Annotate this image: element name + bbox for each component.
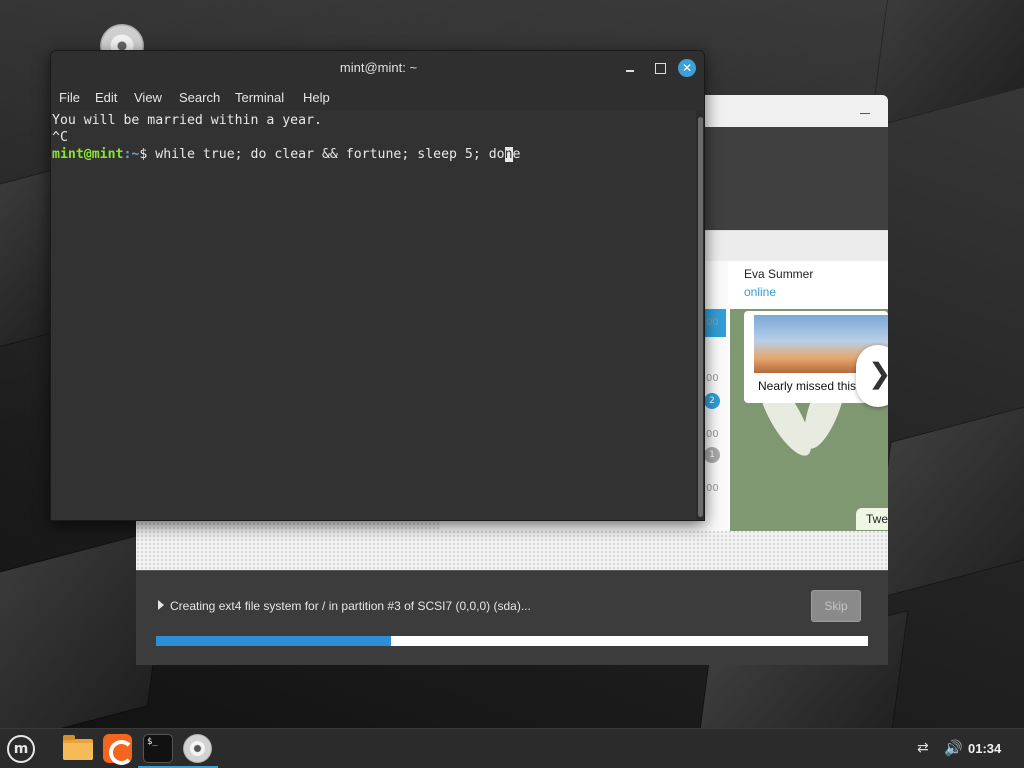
wallpaper-tile — [871, 0, 1024, 127]
unread-badge: 1 — [704, 447, 720, 463]
network-icon[interactable]: ⇄ — [917, 740, 935, 758]
message-bubble-2: Twe — [856, 508, 888, 530]
prompt-user: mint@mint — [52, 147, 124, 162]
terminal-window[interactable]: mint@mint: ~ ✕ File Edit View Search Ter… — [50, 50, 705, 521]
terminal-scrollbar[interactable] — [696, 111, 704, 520]
message-text: Nearly missed this s — [758, 379, 866, 393]
menu-search[interactable]: Search — [179, 90, 220, 105]
files-launcher[interactable] — [58, 729, 98, 768]
command-text-rest: e — [512, 147, 521, 162]
maximize-icon[interactable] — [651, 59, 669, 77]
command-text: while true; do clear && fortune; sleep 5… — [155, 147, 505, 162]
chat-header: Eva Summer online — [730, 261, 888, 309]
minimize-icon[interactable] — [622, 59, 640, 77]
unread-badge: 2 — [704, 393, 720, 409]
expand-triangle-icon — [158, 600, 164, 610]
wallpaper-tile — [870, 390, 1024, 600]
menu-terminal[interactable]: Terminal — [235, 90, 284, 105]
scrollbar-thumb[interactable] — [698, 117, 703, 517]
linux-mint-menu-icon: m — [7, 735, 35, 763]
terminal-task-button[interactable]: $_ — [138, 729, 178, 768]
taskbar: m $_ — [0, 728, 1024, 768]
command-line: mint@mint:~$ while true; do clear && for… — [52, 146, 521, 163]
menu-view[interactable]: View — [134, 90, 162, 105]
terminal-icon: $_ — [143, 734, 173, 763]
output-line: ^C — [52, 130, 68, 145]
progress-details-toggle[interactable]: Creating ext4 file system for / in parti… — [158, 599, 531, 613]
chat-time: 00 — [706, 373, 719, 384]
progress-bar-fill — [156, 636, 391, 646]
prompt-path: :~ — [123, 147, 140, 162]
close-icon[interactable]: ✕ — [678, 59, 696, 77]
progress-status-text: Creating ext4 file system for / in parti… — [170, 599, 531, 613]
folder-icon — [63, 735, 93, 760]
terminal-output[interactable]: You will be married within a year. ^C mi… — [51, 111, 696, 520]
installer-footer: Creating ext4 file system for / in parti… — [136, 570, 888, 665]
minimize-icon[interactable] — [860, 113, 870, 114]
chat-time: 00 — [706, 483, 719, 494]
window-title: mint@mint: ~ — [339, 60, 418, 75]
installer-task-button[interactable] — [178, 729, 218, 768]
terminal-menubar: File Edit View Search Terminal Help — [51, 85, 704, 111]
firefox-icon — [103, 734, 134, 765]
menu-edit[interactable]: Edit — [95, 90, 117, 105]
contact-name: Eva Summer — [744, 267, 814, 281]
menu-help[interactable]: Help — [303, 90, 330, 105]
menu-file[interactable]: File — [59, 90, 80, 105]
contact-status: online — [744, 285, 777, 299]
chat-time: 00 — [706, 429, 719, 440]
output-line: You will be married within a year. — [52, 113, 322, 128]
text-cursor: n — [504, 147, 513, 162]
prompt-symbol: $ — [139, 147, 156, 162]
slide-next-button[interactable]: ❯ — [856, 345, 888, 407]
chat-time: 00 — [706, 317, 719, 328]
menu-button[interactable]: m — [0, 729, 40, 768]
progress-bar — [156, 636, 868, 646]
disc-icon — [183, 734, 212, 763]
terminal-titlebar[interactable]: mint@mint: ~ ✕ — [51, 51, 704, 85]
firefox-launcher[interactable] — [98, 729, 138, 768]
clock[interactable]: 01:34 — [968, 741, 1001, 756]
skip-button[interactable]: Skip — [811, 590, 861, 622]
volume-icon[interactable]: 🔊 — [944, 739, 963, 757]
